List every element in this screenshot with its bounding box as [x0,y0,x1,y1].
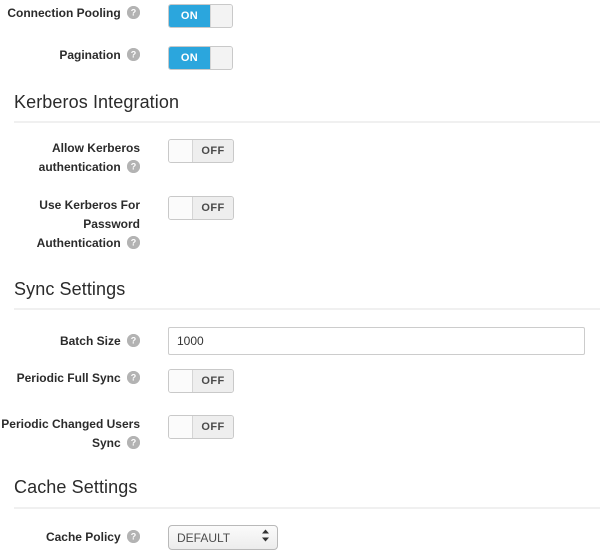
section-title-cache-settings: Cache Settings [14,477,138,497]
section-divider-sync-settings [14,308,600,310]
svg-text:?: ? [131,50,137,60]
row-periodic-full-sync: Periodic Full Sync ? OFF [0,369,600,397]
help-circle-icon[interactable]: ? [127,530,140,543]
section-title-kerberos-integration: Kerberos Integration [14,92,180,112]
section-divider-cache-settings [14,507,600,509]
help-circle-icon[interactable]: ? [127,371,140,384]
field-periodic-changed-users-sync: OFF [140,415,600,443]
section-divider-kerberos-integration [14,121,600,123]
cache-policy-select-wrapper: DEFAULT [168,525,278,550]
label-text: Periodic Full Sync [16,371,121,385]
toggle-state-label: OFF [193,370,233,392]
field-pagination: ON [140,46,600,70]
label-periodic-changed-users-sync: Periodic Changed Users Sync ? [0,415,140,453]
toggle-connection-pooling[interactable]: ON [168,4,233,28]
label-text: Connection Pooling [7,6,121,20]
row-pagination: Pagination ? ON [0,46,600,70]
toggle-state-label: OFF [193,197,233,219]
row-periodic-changed-users-sync: Periodic Changed Users Sync ? OFF [0,415,600,453]
svg-text:?: ? [131,8,137,18]
row-batch-size: Batch Size ? [0,327,600,355]
field-periodic-full-sync: OFF [140,369,600,397]
toggle-handle [169,197,193,219]
field-cache-policy: DEFAULT [140,525,600,550]
row-use-kerberos-for-password-authentication: Use Kerberos For Password Authentication… [0,196,600,253]
toggle-state-label: ON [169,5,210,27]
label-text: Use Kerberos For Password Authentication [36,198,140,250]
label-connection-pooling: Connection Pooling ? [0,4,140,23]
label-text: Batch Size [59,334,121,348]
toggle-handle [169,416,193,438]
toggle-handle [210,5,232,27]
label-text: Allow Kerberos authentication [38,141,140,174]
cache-policy-select[interactable]: DEFAULT [168,525,278,550]
toggle-handle [210,47,232,69]
help-circle-icon[interactable]: ? [127,6,140,19]
label-pagination: Pagination ? [0,46,140,65]
field-use-kerberos-for-password-authentication: OFF [140,196,600,224]
help-circle-icon[interactable]: ? [127,160,140,173]
field-allow-kerberos-authentication: OFF [140,139,600,167]
toggle-handle [169,140,193,162]
label-text: Periodic Changed Users Sync [1,417,140,450]
label-periodic-full-sync: Periodic Full Sync ? [0,369,140,388]
toggle-use-kerberos-for-password-authentication[interactable]: OFF [168,196,234,220]
section-title-sync-settings: Sync Settings [14,279,126,299]
label-batch-size: Batch Size ? [0,327,140,355]
ldap-settings-form: Connection Pooling ? ON Pagination ? ON … [0,4,600,550]
label-text: Pagination [59,48,121,62]
help-circle-icon[interactable]: ? [127,334,140,347]
svg-text:?: ? [131,532,137,542]
row-connection-pooling: Connection Pooling ? ON [0,4,600,28]
batch-size-input[interactable] [168,327,585,355]
toggle-periodic-changed-users-sync[interactable]: OFF [168,415,234,439]
svg-text:?: ? [131,438,137,448]
field-batch-size [140,327,600,355]
field-connection-pooling: ON [140,4,600,28]
toggle-state-label: ON [169,47,210,69]
label-cache-policy: Cache Policy ? [0,525,140,550]
toggle-pagination[interactable]: ON [168,46,233,70]
help-circle-icon[interactable]: ? [127,436,140,449]
help-circle-icon[interactable]: ? [127,236,140,249]
help-circle-icon[interactable]: ? [127,48,140,61]
svg-text:?: ? [131,336,137,346]
toggle-state-label: OFF [193,416,233,438]
toggle-periodic-full-sync[interactable]: OFF [168,369,234,393]
label-allow-kerberos-authentication: Allow Kerberos authentication ? [0,139,140,177]
svg-text:?: ? [131,373,137,383]
toggle-handle [169,370,193,392]
toggle-state-label: OFF [193,140,233,162]
row-cache-policy: Cache Policy ? DEFAULT [0,525,600,550]
svg-text:?: ? [131,162,137,172]
svg-text:?: ? [131,238,137,248]
toggle-allow-kerberos-authentication[interactable]: OFF [168,139,234,163]
cache-policy-selected-value: DEFAULT [177,530,231,545]
label-use-kerberos-for-password-authentication: Use Kerberos For Password Authentication… [0,196,140,253]
label-text: Cache Policy [45,530,121,544]
row-allow-kerberos-authentication: Allow Kerberos authentication ? OFF [0,139,600,177]
